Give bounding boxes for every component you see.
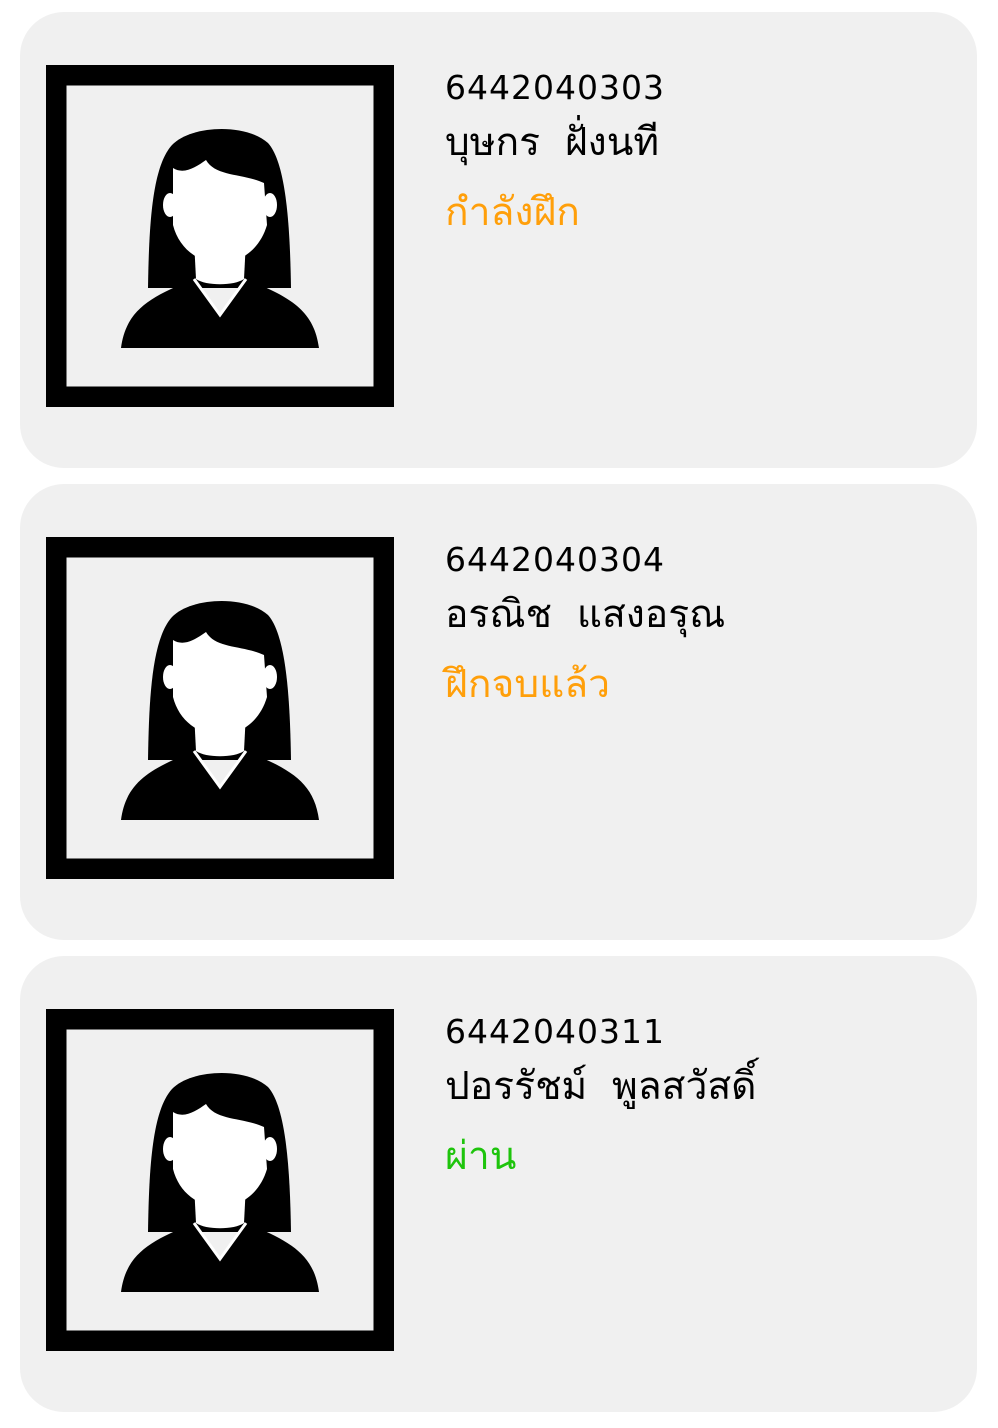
student-info: 6442040304 อรณิช แสงอรุณ ฝึกจบแล้ว <box>445 540 945 710</box>
student-info: 6442040311 ปอรรัชม์ พูลสวัสดิ์ ผ่าน <box>445 1012 945 1182</box>
student-name: อรณิช แสงอรุณ <box>445 592 726 637</box>
student-status: กำลังฝึก <box>445 190 580 235</box>
female-avatar-icon <box>46 537 394 879</box>
student-info: 6442040303 บุษกร ฝั่งนที กำลังฝึก <box>445 68 945 238</box>
student-card[interactable]: 6442040304 อรณิช แสงอรุณ ฝึกจบแล้ว <box>20 484 977 940</box>
student-name: บุษกร ฝั่งนที <box>445 120 660 165</box>
female-avatar-icon <box>46 1009 394 1351</box>
student-id: 6442040303 <box>445 68 665 107</box>
student-status: ผ่าน <box>445 1134 517 1179</box>
student-card[interactable]: 6442040311 ปอรรัชม์ พูลสวัสดิ์ ผ่าน <box>20 956 977 1412</box>
female-avatar-icon <box>46 65 394 407</box>
student-list: 6442040303 บุษกร ฝั่งนที กำลังฝึก 644204… <box>20 12 977 1428</box>
student-id: 6442040304 <box>445 540 665 579</box>
student-name: ปอรรัชม์ พูลสวัสดิ์ <box>445 1064 757 1109</box>
student-card[interactable]: 6442040303 บุษกร ฝั่งนที กำลังฝึก <box>20 12 977 468</box>
student-id: 6442040311 <box>445 1012 665 1051</box>
student-status: ฝึกจบแล้ว <box>445 662 611 707</box>
